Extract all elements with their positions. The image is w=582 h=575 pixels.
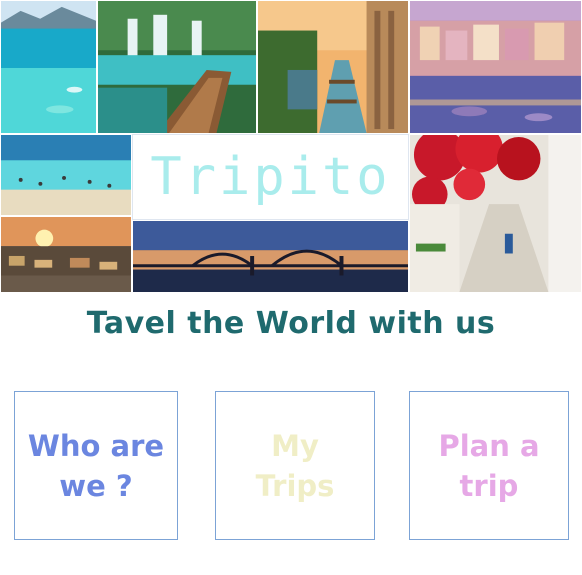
sunset-market-photo [0, 216, 132, 293]
tagline: Tavel the World with us [86, 306, 496, 341]
harbor-town-photo [409, 0, 582, 134]
my-trips-button[interactable]: My Trips [215, 391, 375, 540]
who-are-we-label: Who are we ? [27, 428, 165, 503]
who-are-we-button[interactable]: Who are we ? [14, 391, 178, 540]
bridge-at-dusk-photo [132, 220, 409, 293]
logo-banner: Tripito [132, 134, 409, 220]
my-trips-label: My Trips [255, 428, 335, 503]
flowered-alley-photo [409, 134, 582, 293]
photo-collage: Tripito [0, 0, 582, 293]
plan-a-trip-button[interactable]: Plan a trip [409, 391, 569, 540]
crowded-beach-photo [0, 134, 132, 216]
tropical-beach-photo [0, 0, 97, 134]
site-logo: Tripito [150, 147, 391, 207]
canal-locks-city-photo [257, 0, 409, 134]
plan-a-trip-label: Plan a trip [438, 428, 540, 503]
waterfall-boardwalk-photo [97, 0, 257, 134]
